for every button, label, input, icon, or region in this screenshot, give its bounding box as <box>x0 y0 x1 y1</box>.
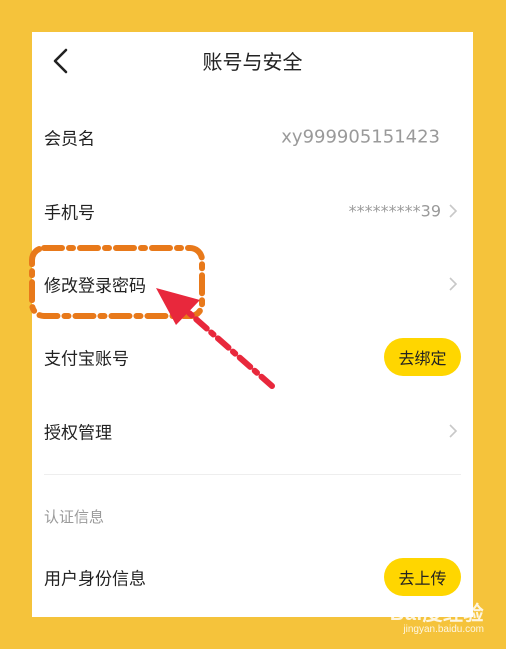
row-label: 授权管理 <box>44 423 112 443</box>
watermark-logo: Bai度经验 <box>389 603 484 625</box>
chevron-right-icon <box>449 276 458 291</box>
row-alipay-account: 支付宝账号 去绑定 <box>32 320 473 393</box>
row-label: 用户身份信息 <box>44 569 146 589</box>
row-label: 修改登录密码 <box>44 276 146 296</box>
bind-alipay-button[interactable]: 去绑定 <box>384 337 461 376</box>
phone-value: *********39 <box>348 201 441 220</box>
row-label: 支付宝账号 <box>44 349 129 369</box>
page-title: 账号与安全 <box>202 50 303 74</box>
account-security-panel: 账号与安全 会员名 xy999905151423 手机号 *********39… <box>32 32 473 617</box>
upload-identity-button[interactable]: 去上传 <box>384 557 461 596</box>
row-label: 会员名 <box>44 129 95 149</box>
row-authorization[interactable]: 授权管理 <box>32 394 473 467</box>
row-member-name: 会员名 xy999905151423 <box>32 100 473 173</box>
row-change-password[interactable]: 修改登录密码 <box>32 247 473 320</box>
row-phone[interactable]: 手机号 *********39 <box>32 174 473 247</box>
divider <box>44 474 461 475</box>
chevron-right-icon <box>449 203 458 218</box>
header: 账号与安全 <box>32 32 473 90</box>
watermark: Bai度经验 jingyan.baidu.com <box>390 597 484 635</box>
chevron-right-icon <box>449 423 458 438</box>
row-label: 手机号 <box>44 203 95 223</box>
section-title: 认证信息 <box>44 508 105 526</box>
member-name-value: xy999905151423 <box>281 126 440 147</box>
watermark-url: jingyan.baidu.com <box>403 624 484 635</box>
